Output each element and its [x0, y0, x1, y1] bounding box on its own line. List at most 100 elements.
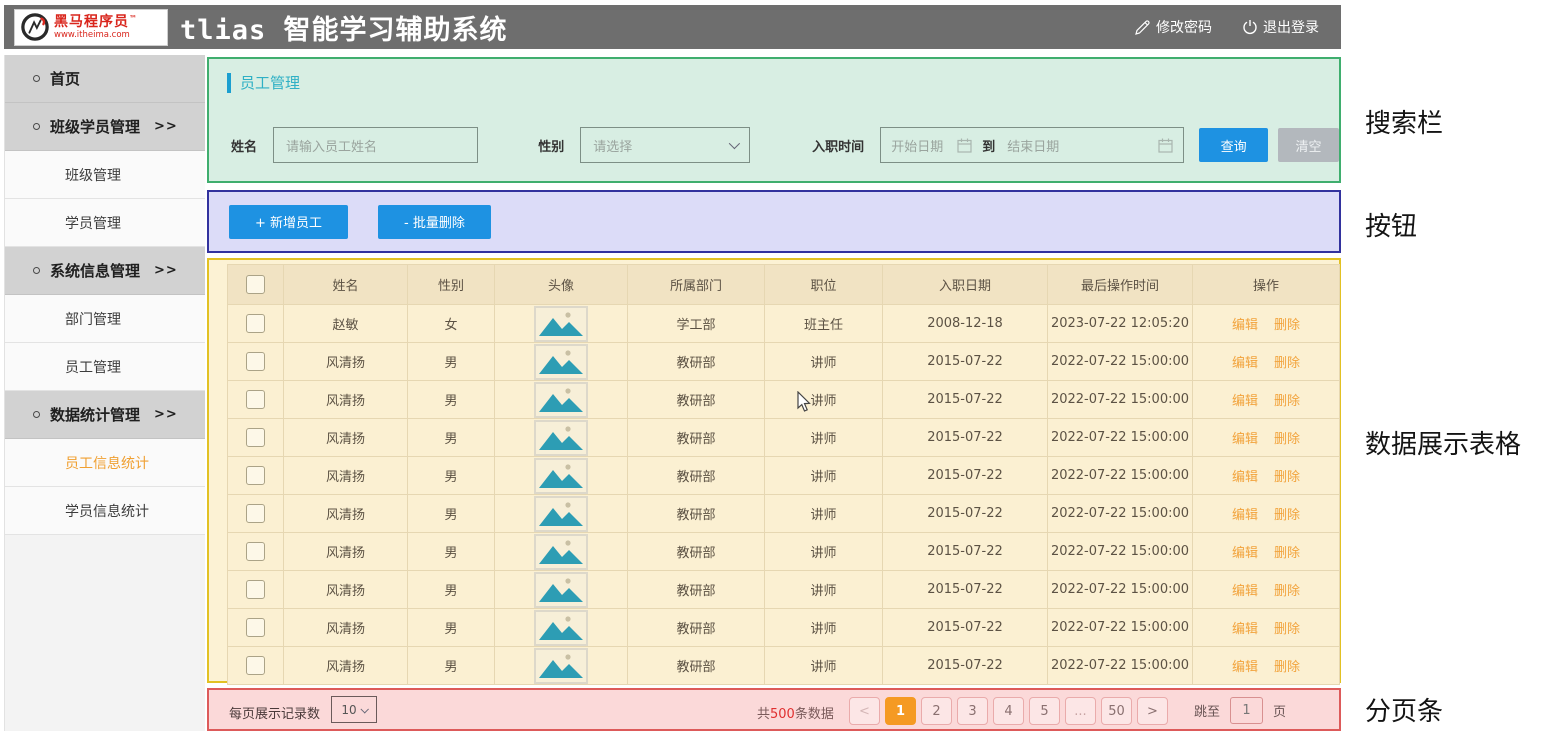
edit-link[interactable]: 编辑 [1232, 660, 1258, 675]
row-checkbox[interactable] [246, 618, 265, 637]
cell-last-updated: 2023-07-22 12:05:20 [1048, 305, 1193, 343]
cell-avatar [495, 533, 628, 571]
table-header-checkbox-cell [228, 265, 284, 305]
row-checkbox[interactable] [246, 504, 265, 523]
sidebar-item-data-stats-mgmt[interactable]: 数据统计管理>> [5, 391, 205, 439]
name-input[interactable]: 请输入员工姓名 [273, 127, 478, 163]
sidebar-item-dept-mgmt[interactable]: 部门管理 [5, 295, 205, 343]
page-button-2[interactable]: 2 [921, 697, 952, 725]
cell-actions: 编辑 删除 [1193, 647, 1340, 685]
page-size-select[interactable]: 10 [331, 696, 377, 723]
edit-link[interactable]: 编辑 [1232, 508, 1258, 523]
avatar-frame [534, 344, 588, 380]
avatar-image [536, 422, 586, 454]
table-panel: 姓名性别头像所属部门职位入职日期最后操作时间操作 赵敏女学工部班主任2008-1… [207, 258, 1341, 683]
sidebar-item-class-student-mgmt[interactable]: 班级学员管理>> [5, 103, 205, 151]
edit-link[interactable]: 编辑 [1232, 584, 1258, 599]
edit-link[interactable]: 编辑 [1232, 318, 1258, 333]
mouse-cursor [797, 391, 812, 413]
cell-job-title: 讲师 [765, 343, 883, 381]
cell-entry-date: 2015-07-22 [883, 647, 1048, 685]
sidebar-item-system-info-mgmt[interactable]: 系统信息管理>> [5, 247, 205, 295]
sidebar-item-employee-info-stats[interactable]: 员工信息统计 [5, 439, 205, 487]
search-button[interactable]: 查询 [1199, 128, 1268, 162]
row-checkbox[interactable] [246, 352, 265, 371]
cell-job-title: 讲师 [765, 533, 883, 571]
sidebar-item-employee-mgmt[interactable]: 员工管理 [5, 343, 205, 391]
bullet-icon [33, 75, 40, 82]
batch-delete-button[interactable]: - 批量删除 [378, 205, 491, 239]
sidebar-item-student-mgmt[interactable]: 学员管理 [5, 199, 205, 247]
chevron-down-icon [360, 705, 368, 713]
main-content: 员工管理 姓名 请输入员工姓名 性别 请选择 入职时间 开始日期 到 结束日期 [207, 0, 1341, 741]
prev-page-button: < [849, 697, 880, 725]
page-button-50[interactable]: 50 [1101, 697, 1132, 725]
delete-link[interactable]: 删除 [1274, 622, 1300, 637]
cell-gender: 女 [408, 305, 495, 343]
expand-arrow-icon: >> [154, 119, 178, 134]
itheima-logo-icon [21, 13, 49, 41]
table-body: 赵敏女学工部班主任2008-12-182023-07-22 12:05:20编辑… [228, 305, 1340, 685]
cell-department: 学工部 [628, 305, 765, 343]
row-checkbox[interactable] [246, 466, 265, 485]
edit-link[interactable]: 编辑 [1232, 356, 1258, 371]
delete-link[interactable]: 删除 [1274, 546, 1300, 561]
page-button-1[interactable]: 1 [885, 697, 916, 725]
next-page-button[interactable]: > [1137, 697, 1168, 725]
sidebar-item-class-mgmt[interactable]: 班级管理 [5, 151, 205, 199]
page-button-5[interactable]: 5 [1029, 697, 1060, 725]
page-button-3[interactable]: 3 [957, 697, 988, 725]
avatar-image [536, 384, 586, 416]
entry-date-range[interactable]: 开始日期 到 结束日期 [880, 127, 1184, 163]
jump-page-input[interactable]: 1 [1230, 697, 1263, 724]
add-employee-button[interactable]: + 新增员工 [229, 205, 348, 239]
edit-link[interactable]: 编辑 [1232, 622, 1258, 637]
delete-link[interactable]: 删除 [1274, 470, 1300, 485]
row-checkbox-cell [228, 533, 284, 571]
total-count: 500 [770, 707, 795, 722]
row-checkbox[interactable] [246, 390, 265, 409]
delete-link[interactable]: 删除 [1274, 356, 1300, 371]
cell-gender: 男 [408, 647, 495, 685]
sidebar: 首页班级学员管理>>班级管理学员管理系统信息管理>>部门管理员工管理数据统计管理… [4, 55, 205, 731]
cell-entry-date: 2015-07-22 [883, 343, 1048, 381]
delete-link[interactable]: 删除 [1274, 584, 1300, 599]
row-checkbox[interactable] [246, 656, 265, 675]
cell-name: 风清扬 [284, 571, 408, 609]
table-column-header: 操作 [1193, 265, 1340, 305]
delete-link[interactable]: 删除 [1274, 318, 1300, 333]
avatar-frame [534, 382, 588, 418]
select-all-checkbox[interactable] [246, 275, 265, 294]
cell-department: 教研部 [628, 343, 765, 381]
edit-link[interactable]: 编辑 [1232, 470, 1258, 485]
title-accent-bar [227, 73, 231, 93]
delete-link[interactable]: 删除 [1274, 432, 1300, 447]
row-checkbox[interactable] [246, 314, 265, 333]
page-button-4[interactable]: 4 [993, 697, 1024, 725]
avatar-image [536, 536, 586, 568]
edit-link[interactable]: 编辑 [1232, 394, 1258, 409]
avatar-frame [534, 534, 588, 570]
row-checkbox[interactable] [246, 428, 265, 447]
jump-group: 跳至 1 页 [1194, 697, 1286, 724]
avatar-image [536, 650, 586, 682]
row-checkbox[interactable] [246, 580, 265, 599]
delete-link[interactable]: 删除 [1274, 394, 1300, 409]
clear-button[interactable]: 清空 [1278, 128, 1339, 162]
cell-gender: 男 [408, 381, 495, 419]
gender-select[interactable]: 请选择 [580, 127, 750, 163]
delete-link[interactable]: 删除 [1274, 508, 1300, 523]
delete-link[interactable]: 删除 [1274, 660, 1300, 675]
cell-department: 教研部 [628, 457, 765, 495]
edit-link[interactable]: 编辑 [1232, 432, 1258, 447]
cell-name: 风清扬 [284, 495, 408, 533]
cell-job-title: 讲师 [765, 609, 883, 647]
expand-arrow-icon: >> [154, 407, 178, 422]
edit-link[interactable]: 编辑 [1232, 546, 1258, 561]
avatar-image [536, 574, 586, 606]
sidebar-item-student-info-stats[interactable]: 学员信息统计 [5, 487, 205, 535]
cell-last-updated: 2022-07-22 15:00:00 [1048, 533, 1193, 571]
logo-url: www.itheima.com [54, 31, 138, 40]
row-checkbox[interactable] [246, 542, 265, 561]
sidebar-item-home[interactable]: 首页 [5, 55, 205, 103]
